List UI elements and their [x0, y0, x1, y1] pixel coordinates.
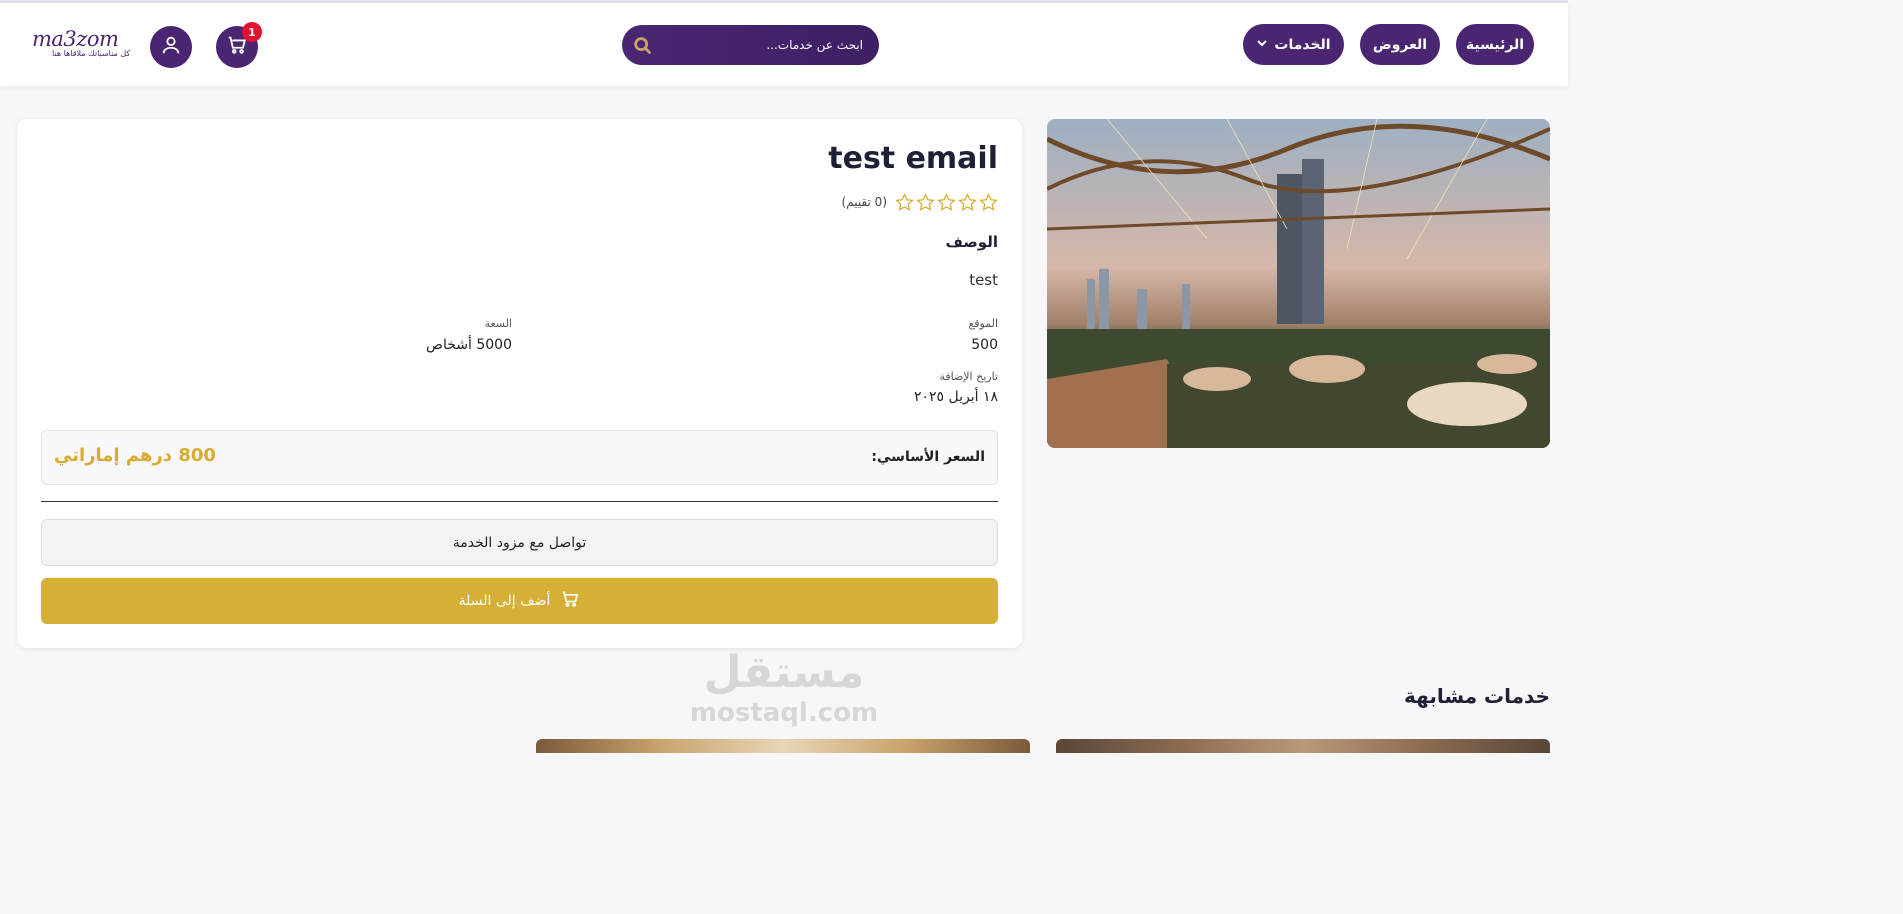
description-heading: الوصف: [945, 233, 998, 251]
location-label: الموقع: [968, 317, 998, 330]
logo-tagline: كل مناسباتك ملاقاها هنا: [52, 49, 131, 58]
account-button[interactable]: [150, 26, 192, 68]
site-header: ma3zom كل مناسباتك ملاقاها هنا 1 الرئيسي…: [0, 3, 1568, 86]
nav-services-dropdown[interactable]: الخدمات: [1243, 24, 1344, 65]
description-text: test: [969, 271, 998, 289]
nav-offers-label: العروض: [1372, 36, 1428, 53]
star-icon: [916, 193, 935, 216]
cart-button[interactable]: 1: [216, 22, 262, 68]
nav-home-label: الرئيسية: [1465, 36, 1525, 53]
capacity-value: 5000 أشخاص: [426, 337, 512, 353]
add-to-cart-button[interactable]: أضف إلى السلة: [41, 578, 998, 624]
cart-icon: [560, 589, 580, 613]
base-price-value: 800 درهم إماراتي: [54, 445, 216, 466]
search-icon[interactable]: [632, 35, 654, 61]
nav-home-button[interactable]: الرئيسية: [1456, 24, 1534, 65]
add-to-cart-label: أضف إلى السلة: [458, 593, 551, 609]
contact-provider-button[interactable]: تواصل مع مزود الخدمة: [41, 519, 998, 566]
nav-offers-button[interactable]: العروض: [1360, 24, 1440, 65]
price-box: السعر الأساسي: 800 درهم إماراتي: [41, 430, 998, 485]
date-added-label: تاريخ الإضافة: [939, 370, 998, 383]
search-input[interactable]: [663, 25, 863, 65]
watermark: مستقل mostaql.com: [688, 647, 880, 729]
contact-provider-label: تواصل مع مزود الخدمة: [452, 534, 587, 551]
chevron-down-icon: [1256, 37, 1268, 53]
similar-services-heading: خدمات مشابهة: [1403, 684, 1550, 708]
star-icon: [895, 193, 914, 216]
site-logo[interactable]: ma3zom كل مناسباتك ملاقاها هنا: [32, 27, 131, 63]
event-venue-photo: [1047, 119, 1550, 448]
nav-services-label: الخدمات: [1274, 36, 1331, 53]
similar-service-card[interactable]: [1056, 739, 1550, 753]
user-icon: [160, 34, 182, 60]
capacity-label: السعة: [484, 317, 512, 330]
logo-text: ma3zom: [32, 27, 119, 51]
service-image[interactable]: [1047, 119, 1550, 448]
rating-stars: [895, 193, 998, 216]
service-details-card: test email (0 تقييم) الوصف test الموقع 5…: [17, 119, 1022, 648]
date-added-value: ١٨ أبريل ٢٠٢٥: [913, 389, 998, 405]
watermark-latin: mostaql.com: [689, 698, 879, 728]
watermark-arabic: مستقل: [703, 647, 865, 698]
location-value: 500: [971, 337, 998, 353]
base-price-label: السعر الأساسي:: [871, 449, 985, 465]
divider: [41, 501, 998, 502]
star-icon: [937, 193, 956, 216]
similar-service-card[interactable]: [536, 739, 1030, 753]
star-icon: [958, 193, 977, 216]
rating-count: (0 تقييم): [841, 195, 887, 209]
cart-count-badge: 1: [242, 22, 262, 42]
service-title: test email: [828, 141, 998, 176]
search-bar: [622, 25, 879, 65]
star-icon: [979, 193, 998, 216]
